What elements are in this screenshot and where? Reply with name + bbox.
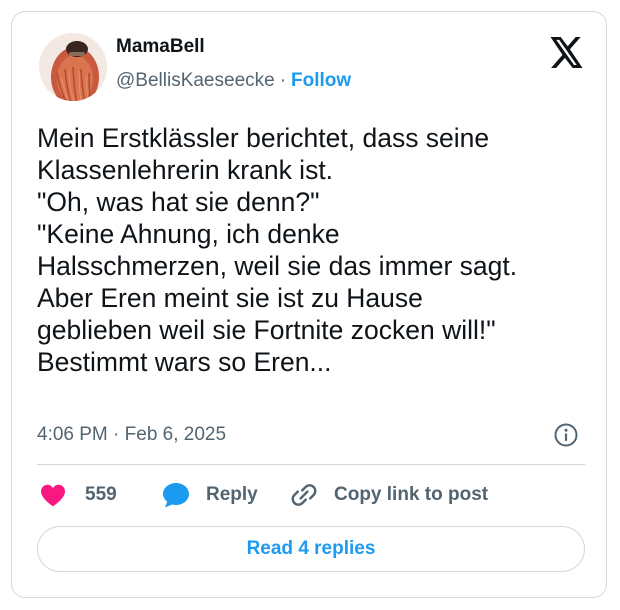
tweet-timestamp[interactable]: 4:06 PM · Feb 6, 2025: [37, 424, 226, 446]
speech-bubble-icon: [163, 483, 189, 508]
author-handle[interactable]: @BellisKaeseecke: [116, 70, 275, 91]
tweet-card: MamaBell @BellisKaeseecke · Follow Mein Er…: [11, 11, 607, 598]
copy-link-button[interactable]: Copy link to post: [290, 480, 488, 510]
like-button[interactable]: 559: [40, 480, 117, 510]
info-icon[interactable]: [553, 422, 579, 448]
tweet-line: "Oh, was hat sie denn?": [37, 187, 320, 217]
tweet-line: geblieben weil sie Fortnite zocken will!…: [37, 315, 496, 345]
author-handle-row: @BellisKaeseecke · Follow: [116, 70, 351, 92]
avatar-image: [39, 33, 107, 101]
reply-label: Reply: [206, 484, 258, 505]
separator-dot: ·: [279, 70, 287, 91]
tweet-line: Aber Eren meint sie ist zu Hause: [37, 283, 423, 313]
x-logo-icon[interactable]: [550, 37, 584, 68]
reply-button[interactable]: Reply: [162, 480, 258, 510]
heart-icon: [41, 484, 65, 506]
tweet-text: Mein Erstklässler berichtet, dass seine …: [37, 122, 597, 378]
tweet-line: "Keine Ahnung, ich denke: [37, 219, 340, 249]
tweet-line: Bestimmt wars so Eren...: [37, 347, 332, 377]
tweet-line: Mein Erstklässler berichtet, dass seine: [37, 123, 490, 153]
link-icon: [291, 484, 317, 506]
tweet-line: Halsschmerzen, weil sie das immer sagt.: [37, 251, 518, 281]
like-count: 559: [85, 484, 117, 505]
follow-button[interactable]: Follow: [291, 70, 351, 91]
tweet-line: Klassenlehrerin krank ist.: [37, 155, 334, 185]
avatar[interactable]: [39, 33, 107, 101]
divider: [37, 464, 585, 465]
read-replies-button[interactable]: Read 4 replies: [37, 526, 585, 572]
author-display-name[interactable]: MamaBell: [116, 36, 205, 58]
copy-link-label: Copy link to post: [334, 484, 489, 505]
